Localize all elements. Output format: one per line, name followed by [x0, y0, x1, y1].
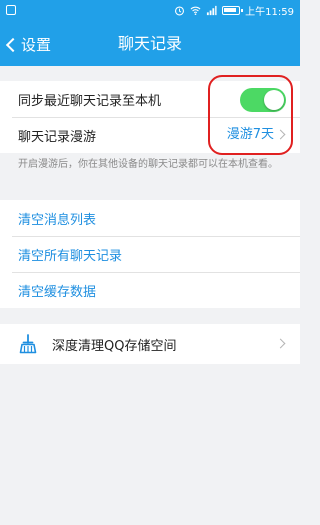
- sync-label: 同步最近聊天记录至本机: [18, 93, 162, 109]
- clear-group: 清空消息列表 清空所有聊天记录 清空缓存数据: [0, 200, 300, 308]
- broom-icon: [19, 334, 37, 354]
- nav-bar: 聊天记录 设置: [0, 22, 300, 66]
- clear-all-chats-button[interactable]: 清空所有聊天记录: [0, 236, 300, 272]
- status-bar: 上午11:59: [0, 0, 300, 22]
- wifi-icon: [190, 6, 201, 15]
- back-button[interactable]: 设置: [5, 32, 52, 56]
- status-time: 上午11:59: [245, 7, 294, 18]
- clear-all-chats-label: 清空所有聊天记录: [18, 248, 123, 264]
- chevron-left-icon: [5, 37, 21, 52]
- notification-icon: [6, 5, 16, 15]
- roaming-label: 聊天记录漫游: [18, 129, 97, 145]
- clear-cache-button[interactable]: 清空缓存数据: [0, 272, 300, 308]
- deep-clean-row[interactable]: 深度清理QQ存储空间: [0, 324, 300, 364]
- screen: 上午11:59 聊天记录 设置 同步最近聊天记录至本机 聊天记录漫游 漫游7天 …: [0, 0, 300, 525]
- clear-message-list-label: 清空消息列表: [18, 212, 97, 228]
- back-label: 设置: [21, 35, 52, 54]
- battery-icon: [222, 6, 244, 15]
- alarm-icon: [175, 6, 185, 16]
- clear-message-list-button[interactable]: 清空消息列表: [0, 200, 300, 236]
- red-highlight-annotation: [208, 75, 293, 155]
- roaming-info-text: 开启漫游后，你在其他设备的聊天记录都可以在本机查看。: [18, 159, 278, 170]
- clear-cache-label: 清空缓存数据: [18, 284, 97, 300]
- chevron-right-icon: [275, 338, 286, 349]
- deep-clean-group: 深度清理QQ存储空间: [0, 324, 300, 364]
- deep-clean-label: 深度清理QQ存储空间: [52, 338, 177, 354]
- status-icons: 上午11:59: [174, 3, 294, 18]
- signal-icon: [207, 5, 217, 16]
